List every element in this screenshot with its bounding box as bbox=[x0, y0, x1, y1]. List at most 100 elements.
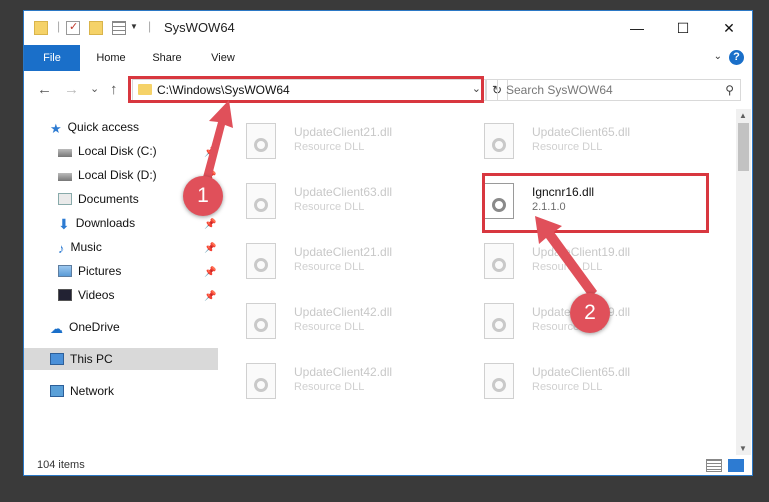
ribbon-tabs: File Home Share View ⌄ ? bbox=[24, 45, 752, 72]
file-item[interactable]: UpdateClient21.dll Resource DLL bbox=[246, 117, 446, 167]
tab-view[interactable]: View bbox=[198, 45, 248, 71]
file-item[interactable]: UpdateClient21.dll Resource DLL bbox=[246, 237, 446, 287]
customize-toolbar-icon[interactable] bbox=[112, 21, 126, 35]
file-name: UpdateClient65.dll bbox=[532, 125, 631, 139]
sidebar-item-label: Videos bbox=[78, 288, 115, 302]
sidebar-item-label: Downloads bbox=[75, 216, 136, 230]
minimize-button[interactable]: — bbox=[614, 11, 660, 45]
sidebar-item-label: Documents bbox=[78, 192, 139, 206]
sidebar-item-label: Pictures bbox=[78, 264, 122, 278]
file-item[interactable]: UpdateClient63.dll Resource DLL bbox=[246, 177, 446, 227]
file-item[interactable]: UpdateClient65.dll Resource DLL bbox=[484, 357, 684, 407]
sidebar-item-pictures[interactable]: Pictures bbox=[58, 260, 121, 282]
close-button[interactable]: ✕ bbox=[706, 11, 752, 45]
sidebar-item-documents[interactable]: Documents bbox=[58, 188, 139, 210]
back-button[interactable]: ← bbox=[37, 81, 52, 98]
details-view-icon[interactable] bbox=[706, 459, 722, 472]
scrollbar-thumb[interactable] bbox=[738, 123, 749, 171]
star-icon: ★ bbox=[50, 121, 62, 136]
toolbar-dropdown-icon[interactable]: ▼ bbox=[130, 22, 138, 31]
file-type: Resource DLL bbox=[294, 201, 365, 213]
gear-icon bbox=[492, 138, 506, 152]
properties-icon[interactable]: ✓ bbox=[66, 21, 80, 35]
file-type: Resource DLL bbox=[294, 381, 365, 393]
sidebar-item-local-disk-d[interactable]: Local Disk (D:) bbox=[58, 164, 157, 186]
sidebar-item-label: OneDrive bbox=[69, 320, 120, 334]
file-item[interactable]: UpdateClient19.dll Resource DLL bbox=[484, 237, 684, 287]
title-bar: | ✓ ▼ | SysWOW64 — ☐ ✕ bbox=[24, 11, 752, 45]
sidebar-item-label: Quick access bbox=[67, 120, 140, 134]
window-title: SysWOW64 bbox=[164, 20, 235, 35]
sidebar-item-label: Local Disk (C:) bbox=[78, 144, 157, 158]
sidebar-item-local-disk-c[interactable]: Local Disk (C:) bbox=[58, 140, 157, 162]
search-input[interactable]: Search SysWOW64 ⚲ bbox=[497, 79, 741, 101]
tab-share[interactable]: Share bbox=[142, 45, 192, 71]
file-item[interactable]: UpdateClient65.dll Resource DLL bbox=[484, 117, 684, 167]
file-name: UpdateClient21.dll bbox=[294, 245, 393, 259]
file-item[interactable]: UpdateClient42.dll Resource DLL bbox=[246, 297, 446, 347]
dll-file-icon bbox=[246, 183, 276, 219]
drive-icon bbox=[58, 173, 72, 181]
pin-icon: 📌 bbox=[204, 147, 217, 158]
sidebar-item-videos[interactable]: Videos bbox=[58, 284, 114, 306]
sidebar-item-label: Local Disk (D:) bbox=[78, 168, 157, 182]
pin-icon: 📌 bbox=[204, 243, 217, 254]
dll-file-icon bbox=[246, 123, 276, 159]
folder-icon bbox=[34, 21, 48, 35]
recent-locations-button[interactable]: ⌄ bbox=[90, 82, 99, 95]
file-name: UpdateClient63.dll bbox=[294, 185, 393, 199]
file-name: UpdateClient19.dll bbox=[532, 245, 631, 259]
maximize-button[interactable]: ☐ bbox=[660, 11, 706, 45]
dll-file-icon bbox=[246, 363, 276, 399]
documents-icon bbox=[58, 193, 72, 205]
sidebar-item-this-pc[interactable]: This PC bbox=[24, 348, 218, 370]
sidebar-item-label: This PC bbox=[70, 352, 113, 366]
large-icons-view-icon[interactable] bbox=[728, 459, 744, 472]
gear-icon bbox=[254, 138, 268, 152]
drive-icon bbox=[58, 149, 72, 157]
pin-icon: 📌 bbox=[204, 219, 217, 230]
gear-icon bbox=[492, 258, 506, 272]
videos-icon bbox=[58, 289, 72, 301]
scroll-up-icon[interactable]: ▲ bbox=[739, 111, 747, 120]
gear-icon bbox=[254, 318, 268, 332]
dll-file-icon bbox=[246, 243, 276, 279]
sidebar-item-onedrive[interactable]: ☁ OneDrive bbox=[50, 316, 120, 338]
search-icon: ⚲ bbox=[725, 83, 734, 97]
title-separator: | bbox=[57, 19, 61, 33]
gear-icon bbox=[254, 378, 268, 392]
title-separator-2: | bbox=[148, 19, 152, 33]
file-name: UpdateClient42.dll bbox=[294, 365, 393, 379]
help-button[interactable]: ? bbox=[729, 50, 744, 65]
pin-icon: 📌 bbox=[204, 267, 217, 278]
new-folder-icon[interactable] bbox=[89, 21, 103, 35]
file-item[interactable]: UpdateClient42.dll Resource DLL bbox=[246, 357, 446, 407]
scroll-down-icon[interactable]: ▼ bbox=[739, 444, 747, 453]
file-type: Resource DLL bbox=[532, 381, 603, 393]
sidebar-item-label: Music bbox=[70, 240, 102, 254]
file-name: UpdateClient21.dll bbox=[294, 125, 393, 139]
cloud-icon: ☁ bbox=[50, 321, 63, 336]
up-button[interactable]: ↑ bbox=[110, 81, 118, 98]
vertical-scrollbar[interactable]: ▲ ▼ bbox=[736, 109, 751, 455]
step-1-badge: 1 bbox=[183, 176, 223, 216]
tab-file[interactable]: File bbox=[24, 45, 80, 71]
sidebar-item-music[interactable]: ♪ Music bbox=[58, 236, 102, 258]
file-type: Resource DLL bbox=[294, 141, 365, 153]
file-type: Resource DLL bbox=[532, 141, 603, 153]
expand-ribbon-icon[interactable]: ⌄ bbox=[714, 51, 722, 62]
item-count: 104 items bbox=[37, 459, 85, 471]
sidebar-item-label: Network bbox=[70, 384, 115, 398]
navigation-pane: ★ Quick access Local Disk (C:) 📌 Local Di… bbox=[24, 109, 218, 455]
computer-icon bbox=[50, 353, 64, 365]
gear-icon bbox=[254, 258, 268, 272]
forward-button[interactable]: → bbox=[64, 81, 79, 98]
file-list: UpdateClient21.dll Resource DLL UpdateCl… bbox=[234, 109, 739, 455]
tab-home[interactable]: Home bbox=[86, 45, 136, 71]
explorer-window: | ✓ ▼ | SysWOW64 — ☐ ✕ File Home Share V… bbox=[23, 10, 753, 476]
sidebar-item-quick-access[interactable]: ★ Quick access bbox=[50, 116, 139, 138]
sidebar-item-downloads[interactable]: ⬇ Downloads bbox=[58, 212, 135, 234]
music-icon: ♪ bbox=[58, 241, 65, 256]
gear-icon bbox=[254, 198, 268, 212]
sidebar-item-network[interactable]: Network bbox=[50, 380, 114, 402]
